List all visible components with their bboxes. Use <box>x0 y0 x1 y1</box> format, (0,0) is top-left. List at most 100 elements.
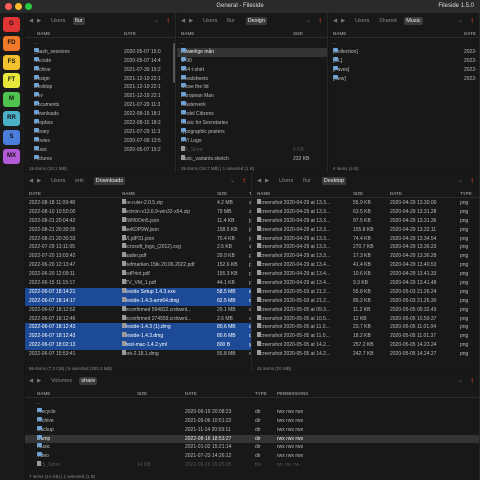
file-row[interactable]: .. <box>25 39 175 48</box>
layout-button-ft[interactable]: FT <box>3 73 20 89</box>
back-icon[interactable]: ◀ <box>29 373 33 389</box>
layout-button-mx[interactable]: MX <box>3 148 20 164</box>
column-header[interactable]: SIZE <box>217 189 227 198</box>
column-header[interactable]: DATE <box>29 189 41 198</box>
file-row[interactable]: _bash_sessions 2020-05-07 15:0 <box>25 47 175 57</box>
file-row[interactable]: Screenshot 2020-05-05 at 10.5... 12 KB 202… <box>253 314 479 324</box>
file-row[interactable]: Screenshot 2020-05-05 at 11.0... 23.7 KB 2… <box>253 323 479 332</box>
breadcrumb-segment[interactable]: Users <box>277 177 295 185</box>
file-row[interactable]: 2022-06-07 18:02:13 latest-mac-1.4.2.yml 8… <box>25 341 251 351</box>
forward-icon[interactable]: ▶ <box>341 13 345 29</box>
file-row[interactable]: .. <box>177 39 327 48</box>
chevron-down-icon[interactable]: ⌄ <box>458 173 463 189</box>
file-row[interactable]: basic_variants.sketch 232 KB <box>177 154 327 164</box>
column-header[interactable]: NAME <box>181 29 194 38</box>
column-header[interactable]: SIZE <box>353 189 363 198</box>
column-header[interactable]: TYPE <box>460 189 472 198</box>
file-row[interactable]: cheatsheets <box>177 74 327 84</box>
column-header[interactable]: NAME <box>122 189 135 198</box>
file-row[interactable]: 2022-06-15 11:15:17 ETV_VM_1.pdf 44.1 KB pd… <box>25 279 251 288</box>
column-header[interactable]: SIZE <box>137 389 147 398</box>
column-header[interactable]: NAME <box>257 189 270 198</box>
breadcrumb-segment[interactable]: flur <box>225 17 237 25</box>
file-row[interactable]: Screenshot 2020-04-29 at 13.4... 9.3 KB 20… <box>253 279 479 288</box>
file-row[interactable]: Dev 2021-12-19 22:1 <box>25 92 175 101</box>
file-row[interactable]: Archive 2021-05-06 10:51:22 dir rwx rwx rwx <box>25 416 479 426</box>
file-row[interactable]: Dump 2022-08-16 18:53:27 dir rwx rwx rwx <box>25 434 479 444</box>
parent-folder-icon[interactable]: ↑ <box>470 373 474 389</box>
parent-folder-icon[interactable]: ↑ <box>470 173 474 189</box>
breadcrumb-segment[interactable]: Volumes <box>49 377 74 385</box>
file-row[interactable]: Pictures <box>25 154 175 164</box>
breadcrumb-segment[interactable]: Users <box>353 17 371 25</box>
chevron-down-icon[interactable]: ⌄ <box>458 13 463 29</box>
parent-folder-icon[interactable]: ↑ <box>242 173 246 189</box>
column-header[interactable]: TYPE <box>249 189 251 198</box>
breadcrumb-segment[interactable]: flur <box>73 17 85 25</box>
breadcrumb-segment[interactable]: Users <box>201 17 219 25</box>
back-icon[interactable]: ◀ <box>29 13 33 29</box>
breadcrumb-segment[interactable]: Desktop <box>321 177 346 185</box>
scrollbar-thumb[interactable] <box>173 43 175 83</box>
file-row[interactable]: Documents 2021-07-29 11:3 <box>25 101 175 110</box>
file-row[interactable]: Screenshot 2020-04-29 at 13.3... 155.8 KB… <box>253 225 479 235</box>
file-row[interactable]: 2022-08-21 20:30:35 SaeKDP9W.json 158.5 KB… <box>25 225 251 235</box>
breadcrumb-segment[interactable]: flur <box>301 177 313 185</box>
file-row[interactable]: 2022-08-21 20:30:33 gVLjdP31.json 70.4 KB j… <box>25 234 251 244</box>
file-row[interactable]: Dropbox 2022-08-15 18:2 <box>25 119 175 128</box>
column-header[interactable]: SIZE <box>293 29 303 38</box>
file-row[interactable]: [Collection] 2022- <box>329 47 479 57</box>
file-row[interactable]: 2022-06-07 18:14:17 Fileside-1.4.3-arm64.… <box>25 296 251 306</box>
column-header[interactable]: DATE <box>185 389 197 398</box>
column-header[interactable]: TYPE <box>255 389 267 398</box>
back-icon[interactable]: ◀ <box>257 173 261 189</box>
file-row[interactable]: Close the lid <box>177 83 327 92</box>
file-row[interactable]: .. <box>329 39 479 48</box>
file-row[interactable]: DS_Store 6 KB <box>177 145 327 155</box>
file-row[interactable]: 2022-06-07 18:12:43 Fileside-1.4.3 (1).dm… <box>25 323 251 333</box>
file-row[interactable]: typographic posters <box>177 127 327 137</box>
file-row[interactable]: Screenshot 2020-04-29 at 13.3... 74.4 KB 2… <box>253 234 479 244</box>
file-row[interactable]: Screenshot 2020-04-29 at 13.3... 63.5 KB 2… <box>253 207 479 217</box>
file-row[interactable]: Allværlige mån <box>177 47 327 57</box>
forward-icon[interactable]: ▶ <box>37 373 41 389</box>
file-row[interactable]: Screenshot 2020-04-29 at 13.4... 10.6 KB 2… <box>253 270 479 279</box>
file-row[interactable]: 2022-07-29 13:11:05 Microsoft_logo_(2012)… <box>25 243 251 252</box>
parent-folder-icon[interactable]: ↑ <box>166 13 170 29</box>
column-header[interactable]: DATE <box>124 29 136 38</box>
file-row[interactable]: Music 2020-05-07 15:2 <box>25 145 175 155</box>
file-row[interactable]: Screenshot 2020-04-29 at 13.3... 97.5 KB 2… <box>253 216 479 226</box>
breadcrumb-segment[interactable]: erik <box>73 177 86 185</box>
file-row[interactable]: 2022-06-07 18:12:52 Unconfirmed 594822.cr… <box>25 305 251 315</box>
forward-icon[interactable]: ▶ <box>37 13 41 29</box>
file-row[interactable]: 2022-08-18 11:09:48 free-ruler-2.0.5.zip 4… <box>25 199 251 208</box>
file-row[interactable]: [DL] 2022- <box>329 56 479 66</box>
file-row[interactable]: 2022-06-07 18:12:43 Fileside-1.4.3.dmg 80.… <box>25 332 251 342</box>
file-row[interactable]: 2022-06-07 18:14:21 Fileside Setup 1.4.3.… <box>25 287 251 297</box>
file-row[interactable]: Backup 2021-11-14 20:59:11 dir rwx rwx rwx <box>25 425 479 435</box>
file-row[interactable]: Movies 2020-07-09 13:5 <box>25 136 175 146</box>
breadcrumb-segment[interactable]: Users <box>49 17 67 25</box>
layout-button-m[interactable]: M <box>3 92 20 108</box>
file-row[interactable]: C-90 <box>177 56 327 66</box>
file-row[interactable]: Screenshot 2020-04-29 at 13.3... 270.7 KB… <box>253 243 479 252</box>
column-header[interactable]: DATE <box>390 189 402 198</box>
file-row[interactable]: music 2021-01-02 15:21:14 dir rwx rwx rwx <box>25 443 479 452</box>
chevron-down-icon[interactable]: ⌄ <box>230 173 235 189</box>
breadcrumb-segment[interactable]: Design <box>245 17 267 25</box>
file-row[interactable]: .vscode 2020-05-07 14:4 <box>25 56 175 66</box>
chevron-down-icon[interactable]: ⌄ <box>154 13 159 29</box>
back-icon[interactable]: ◀ <box>333 13 337 29</box>
breadcrumb-segment[interactable]: share <box>79 377 98 385</box>
column-header[interactable]: NAME <box>333 29 346 38</box>
file-row[interactable]: Screenshot 2020-05-05 at 11.0... 18.2 KB 2… <box>253 332 479 341</box>
breadcrumb-segment[interactable]: Shared <box>377 17 399 25</box>
back-icon[interactable]: ◀ <box>29 173 33 189</box>
file-row[interactable]: 2022-08-21 20:04:42 n3W90Om5.json 11.4 KB j… <box>25 216 251 226</box>
file-row[interactable]: 2022-08-10 10:50:00 electron-v13.6.9-win3… <box>25 207 251 217</box>
forward-icon[interactable]: ▶ <box>37 173 41 189</box>
parent-folder-icon[interactable]: ↑ <box>318 13 322 29</box>
file-row[interactable]: Archive 2021-07-30 15:2 <box>25 65 175 75</box>
breadcrumb-segment[interactable]: Users <box>49 177 67 185</box>
file-row[interactable]: [Faves] 2022- <box>329 65 479 75</box>
